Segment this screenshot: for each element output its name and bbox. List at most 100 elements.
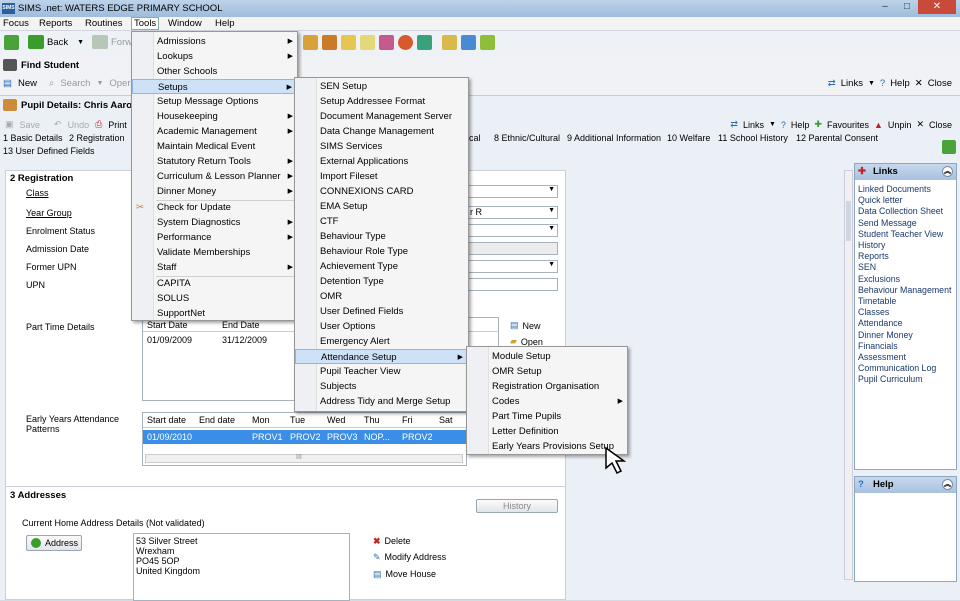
find-close-button[interactable]: Close bbox=[928, 78, 952, 89]
menu-item-external-applications[interactable]: External Applications bbox=[295, 154, 468, 169]
find-help-button[interactable]: Help bbox=[890, 78, 910, 89]
list-item[interactable]: Student Teacher View bbox=[858, 229, 953, 240]
menu-item-other-schools[interactable]: Other Schools bbox=[132, 64, 297, 79]
maximize-icon[interactable]: □ bbox=[896, 0, 918, 14]
menu-item-pupil-teacher-view[interactable]: Pupil Teacher View bbox=[295, 364, 468, 379]
pupil-help-button[interactable]: Help bbox=[791, 120, 810, 130]
pupil-links-dropdown-icon[interactable]: ▼ bbox=[769, 121, 776, 128]
list-item[interactable]: Attendance bbox=[858, 318, 953, 329]
menu-item-statutory-return-tools[interactable]: Statutory Return Tools ▶ bbox=[132, 154, 297, 169]
list-item[interactable]: Timetable bbox=[858, 296, 953, 307]
menu-item-setups[interactable]: Setups ▶ bbox=[132, 79, 297, 94]
unpin-button[interactable]: Unpin bbox=[888, 120, 912, 130]
menu-item-behaviour-role-type[interactable]: Behaviour Role Type bbox=[295, 244, 468, 259]
menu-item-sims-services[interactable]: SIMS Services bbox=[295, 139, 468, 154]
menu-item-address-tidy-merge-setup[interactable]: Address Tidy and Merge Setup bbox=[295, 394, 468, 409]
class-select[interactable]: ▼ bbox=[466, 185, 558, 198]
menu-item-emergency-alert[interactable]: Emergency Alert bbox=[295, 334, 468, 349]
menu-item-module-setup[interactable]: Module Setup bbox=[467, 349, 627, 364]
menu-item-registration-organisation[interactable]: Registration Organisation bbox=[467, 379, 627, 394]
quick-launch-icon-3[interactable] bbox=[341, 35, 356, 50]
ey-col-tue[interactable]: Tue bbox=[290, 415, 305, 425]
pt-col-end[interactable]: End Date bbox=[222, 320, 260, 330]
menu-item-staff[interactable]: Staff ▶ bbox=[132, 260, 297, 275]
menu-item-data-change-management[interactable]: Data Change Management bbox=[295, 124, 468, 139]
menu-item-codes[interactable]: Codes ▶ bbox=[467, 394, 627, 409]
menu-item-document-management-server[interactable]: Document Management Server bbox=[295, 109, 468, 124]
list-item[interactable]: Assessment bbox=[858, 352, 953, 363]
undo-button[interactable]: Undo bbox=[68, 120, 90, 130]
list-item[interactable]: Reports bbox=[858, 251, 953, 262]
refresh-icon[interactable] bbox=[942, 140, 956, 154]
ey-col-sat[interactable]: Sat bbox=[439, 415, 453, 425]
quick-launch-icon-2[interactable] bbox=[322, 35, 337, 50]
menu-focus[interactable]: Focus bbox=[3, 18, 29, 29]
quick-launch-icon-5[interactable] bbox=[379, 35, 394, 50]
quick-launch-icon-7[interactable] bbox=[417, 35, 432, 50]
tab-school-history[interactable]: 11 School History bbox=[718, 133, 788, 143]
tab-user-defined-fields[interactable]: 13 User Defined Fields bbox=[3, 146, 95, 156]
history-button[interactable]: History bbox=[476, 499, 558, 513]
ey-col-thu[interactable]: Thu bbox=[364, 415, 380, 425]
scroll-thumb[interactable] bbox=[846, 201, 851, 241]
menu-item-attendance-setup[interactable]: Attendance Setup ▶ bbox=[295, 349, 468, 364]
menu-item-behaviour-type[interactable]: Behaviour Type bbox=[295, 229, 468, 244]
menu-item-academic-management[interactable]: Academic Management ▶ bbox=[132, 124, 297, 139]
quick-launch-icon-10[interactable] bbox=[480, 35, 495, 50]
upn-field[interactable] bbox=[466, 278, 558, 291]
ey-col-mon[interactable]: Mon bbox=[252, 415, 270, 425]
admission-field[interactable] bbox=[466, 242, 558, 255]
menu-item-curriculum-lesson-planner[interactable]: Curriculum & Lesson Planner ▶ bbox=[132, 169, 297, 184]
scroll-thumb-icon[interactable]: III bbox=[296, 454, 302, 461]
menu-item-ctf[interactable]: CTF bbox=[295, 214, 468, 229]
list-item[interactable]: Dinner Money Financials bbox=[858, 330, 953, 352]
menu-item-omr[interactable]: OMR bbox=[295, 289, 468, 304]
tab-welfare[interactable]: 10 Welfare bbox=[667, 133, 710, 143]
ey-col-fri[interactable]: Fri bbox=[402, 415, 413, 425]
quick-launch-icon-1[interactable] bbox=[303, 35, 318, 50]
print-button[interactable]: Print bbox=[108, 120, 127, 130]
tab-basic-details[interactable]: 1 Basic Details bbox=[3, 133, 63, 143]
menu-item-connexions-card[interactable]: CONNEXIONS CARD bbox=[295, 184, 468, 199]
collapse-icon[interactable]: ︽ bbox=[942, 479, 953, 490]
pupil-links-button[interactable]: Links bbox=[743, 120, 764, 130]
search-dropdown-icon[interactable]: ▼ bbox=[96, 80, 103, 87]
menu-item-achievement-type[interactable]: Achievement Type bbox=[295, 259, 468, 274]
menu-item-solus[interactable]: SOLUS bbox=[132, 291, 297, 306]
quick-launch-icon-4[interactable] bbox=[360, 35, 375, 50]
menu-item-supportnet[interactable]: SupportNet bbox=[132, 306, 297, 321]
pt-col-start[interactable]: Start Date bbox=[147, 320, 188, 330]
menu-window[interactable]: Window bbox=[168, 18, 202, 29]
links-dropdown-icon[interactable]: ▼ bbox=[868, 80, 875, 87]
menu-item-system-diagnostics[interactable]: System Diagnostics ▶ bbox=[132, 215, 297, 230]
menu-help[interactable]: Help bbox=[215, 18, 235, 29]
collapse-icon[interactable]: ︽ bbox=[942, 166, 953, 177]
menu-item-subjects[interactable]: Subjects bbox=[295, 379, 468, 394]
table-row[interactable]: 01/09/2010 PROV1 PROV2 PROV3 NOP... PROV… bbox=[143, 430, 466, 444]
list-item[interactable]: Exclusions bbox=[858, 274, 953, 285]
tab-ethnic-cultural[interactable]: 8 Ethnic/Cultural bbox=[494, 133, 560, 143]
tab-registration[interactable]: 2 Registration bbox=[69, 133, 125, 143]
list-item[interactable]: Communication Log bbox=[858, 363, 953, 374]
tab-medical[interactable]: cal bbox=[469, 133, 481, 143]
address-button[interactable]: Address bbox=[26, 535, 82, 551]
menu-item-letter-definition[interactable]: Letter Definition bbox=[467, 424, 627, 439]
tab-parental-consent[interactable]: 12 Parental Consent bbox=[796, 133, 878, 143]
list-item[interactable]: Linked Documents bbox=[858, 184, 953, 195]
modify-address-button[interactable]: ✎ Modify Address bbox=[373, 552, 446, 563]
menu-item-user-defined-fields[interactable]: User Defined Fields bbox=[295, 304, 468, 319]
list-item[interactable]: History bbox=[858, 240, 953, 251]
menu-item-user-options[interactable]: User Options bbox=[295, 319, 468, 334]
menu-item-check-for-update[interactable]: ✂ Check for Update bbox=[132, 200, 297, 215]
tab-additional-information[interactable]: 9 Additional Information bbox=[567, 133, 661, 143]
open-button[interactable]: Oper bbox=[109, 78, 130, 89]
ey-col-end[interactable]: End date bbox=[199, 415, 235, 425]
favourites-button[interactable]: Favourites bbox=[827, 120, 869, 130]
menu-item-sen-setup[interactable]: SEN Setup bbox=[295, 79, 468, 94]
menu-item-ema-setup[interactable]: EMA Setup bbox=[295, 199, 468, 214]
menu-item-part-time-pupils[interactable]: Part Time Pupils bbox=[467, 409, 627, 424]
back-button[interactable]: Back ▼ bbox=[28, 35, 84, 49]
menu-tools[interactable]: Tools bbox=[131, 17, 160, 30]
list-item[interactable]: Data Collection Sheet bbox=[858, 206, 953, 217]
list-item[interactable]: SEN bbox=[858, 262, 953, 273]
